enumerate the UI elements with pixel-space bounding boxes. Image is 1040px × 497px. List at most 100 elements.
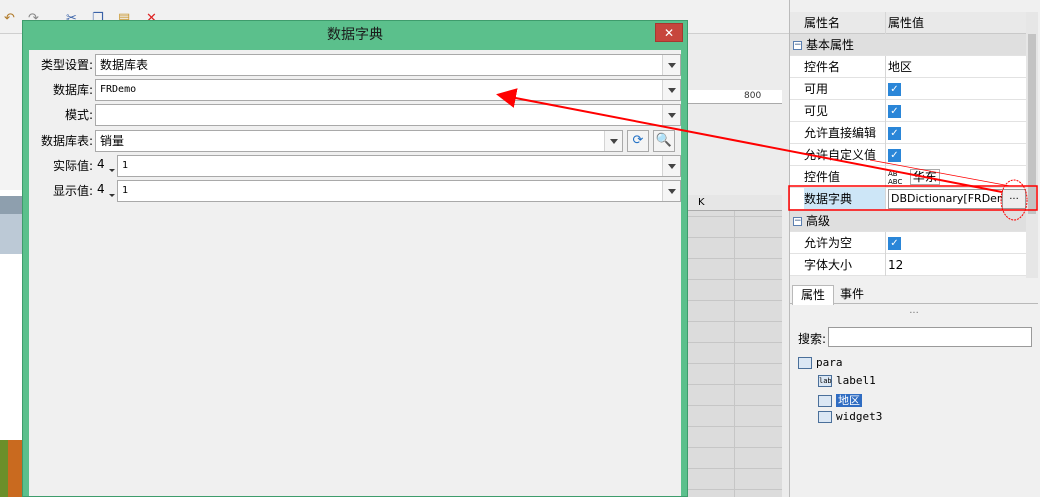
designer-stripe-band [0, 214, 24, 254]
property-value-header: 属性值 [888, 16, 925, 30]
property-name: 允许自定义值 [804, 144, 886, 166]
property-row-data-dictionary[interactable]: 数据字典 DBDictionary[FRDemo] ... [790, 188, 1038, 210]
property-name: 可用 [804, 78, 886, 100]
display-value-select[interactable]: 1 [117, 180, 681, 202]
property-name-header: 属性名 [804, 12, 886, 34]
property-row-widget-value[interactable]: 控件值 AB ABC 华东 [790, 166, 1038, 188]
checkbox-checked-icon[interactable]: ✓ [888, 105, 901, 118]
checkbox-checked-icon[interactable]: ✓ [888, 149, 901, 162]
database-value: FRDemo [100, 84, 137, 95]
sheet-column-header: K [686, 195, 782, 211]
checkbox-checked-icon[interactable]: ✓ [888, 127, 901, 140]
label-icon: lab [818, 375, 832, 387]
data-dictionary-field[interactable]: DBDictionary[FRDemo] [888, 189, 1012, 209]
property-row-allow-blank[interactable]: 允许为空 ✓ [790, 232, 1038, 254]
table-value: 销量 [100, 134, 125, 148]
widget-value-text[interactable]: 华东 [909, 169, 940, 185]
designer-header-band [0, 196, 24, 214]
property-row-visible[interactable]: 可见 ✓ [790, 100, 1038, 122]
search-input[interactable] [828, 327, 1032, 347]
actual-value-label: 实际值: [52, 159, 93, 173]
table-select[interactable]: 销量 [95, 130, 623, 152]
type-setting-value: 数据库表 [100, 58, 149, 72]
type-setting-row: 类型设置: 数据库表 [29, 54, 683, 76]
property-value: ✓ [888, 122, 1026, 144]
sheet-grid [686, 195, 782, 497]
refresh-button[interactable]: ⟳ [627, 130, 649, 152]
dialog-title: 数据字典 [327, 27, 383, 43]
display-value-row: 显示值: 4 1 [29, 180, 683, 202]
tab-properties[interactable]: 属性 [792, 285, 835, 305]
tree-label: widget3 [836, 410, 883, 423]
tree-label: 地区 [836, 394, 862, 407]
tree-item-label1[interactable]: lab label1 [818, 374, 876, 387]
property-name: 可见 [804, 100, 886, 122]
display-value-value: 1 [122, 185, 129, 196]
text-type-icon[interactable]: AB ABC [888, 170, 906, 186]
display-value-type: 4 [97, 182, 105, 196]
property-row-font-size[interactable]: 字体大小 12 [790, 254, 1038, 276]
display-value-type-selector[interactable]: 4 [97, 180, 119, 202]
group-advanced[interactable]: − 高级 [790, 210, 1038, 232]
tree-item-widget3[interactable]: widget3 [818, 410, 882, 423]
collapse-icon[interactable]: − [793, 217, 802, 226]
property-row-direct-edit[interactable]: 允许直接编辑 ✓ [790, 122, 1038, 144]
database-select[interactable]: FRDemo [95, 79, 681, 101]
ruler: 800 [686, 90, 782, 104]
group-basic[interactable]: − 基本属性 [790, 34, 1038, 56]
close-button[interactable]: ✕ [655, 23, 683, 42]
actual-value-type-selector[interactable]: 4 [97, 155, 119, 177]
chevron-down-icon[interactable] [662, 105, 680, 125]
property-tabs: 属性 事件 [790, 284, 1038, 305]
schema-select[interactable] [95, 104, 681, 126]
chevron-down-icon[interactable] [662, 181, 680, 201]
property-value: ✓ [888, 232, 1026, 254]
panel-splitter[interactable]: ... [790, 306, 1038, 318]
property-name: 允许为空 [804, 232, 886, 254]
tree-item-region[interactable]: 地区 [818, 392, 862, 408]
property-value[interactable]: 地区 [888, 56, 1026, 78]
actual-value-type: 4 [97, 157, 105, 171]
checkbox-checked-icon[interactable]: ✓ [888, 237, 901, 250]
chevron-down-icon[interactable] [662, 55, 680, 75]
property-value: ✓ [888, 78, 1026, 100]
search-widget-icon [818, 411, 832, 423]
property-table-header: 属性名 属性值 [790, 12, 1038, 34]
property-value: ✓ [888, 144, 1026, 166]
type-setting-label: 类型设置: [40, 58, 93, 72]
actual-value-row: 实际值: 4 1 [29, 155, 683, 177]
caret-down-icon [109, 169, 115, 172]
tab-events[interactable]: 事件 [832, 285, 872, 305]
property-value: AB ABC 华东 [888, 166, 1026, 188]
property-table: 属性名 属性值 − 基本属性 控件名 地区 可用 ✓ 可见 ✓ 允许直接编辑 ✓… [790, 12, 1038, 276]
tree-item-para[interactable]: para [798, 356, 843, 369]
table-row: 数据库表: 销量 ⟳ 🔍 [29, 130, 683, 152]
tree-label: label1 [836, 374, 876, 387]
actual-value-select[interactable]: 1 [117, 155, 681, 177]
property-row-widget-name[interactable]: 控件名 地区 [790, 56, 1038, 78]
caret-down-icon [109, 194, 115, 197]
form-icon [798, 357, 812, 369]
preview-button[interactable]: 🔍 [653, 130, 675, 152]
actual-value-value: 1 [122, 160, 129, 171]
chevron-down-icon[interactable] [604, 131, 622, 151]
back-icon[interactable]: ↶ [4, 12, 18, 26]
collapse-icon[interactable]: − [793, 41, 802, 50]
chevron-down-icon[interactable] [662, 80, 680, 100]
display-value-label: 显示值: [52, 184, 93, 198]
refresh-icon: ⟳ [632, 133, 644, 148]
group-advanced-label: 高级 [806, 214, 831, 228]
property-row-custom-value[interactable]: 允许自定义值 ✓ [790, 144, 1038, 166]
property-name: 字体大小 [804, 254, 886, 276]
property-scrollbar-thumb[interactable] [1028, 34, 1036, 214]
checkbox-checked-icon[interactable]: ✓ [888, 83, 901, 96]
chevron-down-icon[interactable] [662, 156, 680, 176]
combobox-icon [818, 395, 832, 407]
property-value: ✓ [888, 100, 1026, 122]
property-row-enabled[interactable]: 可用 ✓ [790, 78, 1038, 100]
type-setting-select[interactable]: 数据库表 [95, 54, 681, 76]
data-dictionary-edit-button[interactable]: ... [1002, 189, 1026, 209]
property-value[interactable]: 12 [888, 254, 1026, 276]
data-dictionary-dialog: 数据字典 ✕ 类型设置: 数据库表 数据库: FRDemo 模式: 数据库表: … [22, 20, 688, 497]
property-name: 控件值 [804, 166, 886, 188]
